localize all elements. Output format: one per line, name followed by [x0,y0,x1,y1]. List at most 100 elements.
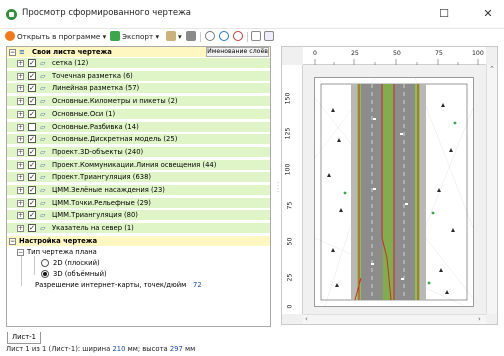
expand-icon[interactable]: + [17,60,24,67]
layer-checkbox[interactable]: ✓ [28,160,36,169]
radio-2d[interactable] [41,259,49,267]
settings-header-label: Настройка чертежа [19,237,98,245]
layer-checkbox[interactable]: ✓ [28,71,36,80]
layer-checkbox[interactable]: ✓ [28,84,36,93]
layer-checkbox[interactable]: ✓ [28,97,36,106]
layer-row[interactable]: + ▱ Основные.Разбивка (14) [7,121,270,132]
collapse-icon[interactable]: − [17,249,24,256]
layer-row[interactable]: + ✓ ▱ Точечная разметка (6) [7,70,270,81]
radio-3d[interactable] [41,270,49,278]
expand-icon[interactable]: + [17,148,24,156]
chevron-down-icon: ▾ [178,32,182,41]
expand-icon[interactable]: + [17,212,24,220]
layer-checkbox[interactable]: ✓ [28,186,36,194]
layer-checkbox[interactable] [28,122,36,131]
layer-icon: ▱ [40,173,46,182]
expand-icon[interactable]: + [17,98,24,106]
hand-icon [205,31,215,41]
close-button[interactable]: ✕ [478,5,498,23]
expand-icon[interactable]: + [17,199,24,207]
layer-icon: ▱ [40,122,46,131]
ruler-tick-label: 150 [284,92,292,105]
open-in-program-button[interactable]: Открыть в программе ▾ [5,31,106,43]
expand-icon[interactable]: + [17,85,24,93]
layer-checkbox[interactable]: ✓ [28,135,36,144]
maximize-button[interactable]: ☐ [434,5,454,23]
layer-row[interactable]: + ✓ ▱ Основные.Километры и пикеты (2) [7,96,270,107]
scroll-right-icon[interactable]: › [478,315,481,323]
print-icon [186,31,196,41]
expand-icon[interactable]: + [17,136,24,144]
zoom-in-button[interactable] [219,31,231,43]
layer-label: ЦММ.Зелёные насаждения (23) [52,186,165,194]
layer-row[interactable]: + ✓ ▱ Основные.Дискретная модель (25) [7,134,270,145]
layer-row[interactable]: + ✓ ▱ Проект.Коммуникации.Линия освещения (… [7,159,270,170]
page-settings-icon [264,31,274,41]
layer-label: Линейная разметка (57) [52,84,140,93]
layer-row[interactable]: + ✓ ▱ Проект.3D-объекты (240) [7,146,270,157]
status-bar: Лист 1 из 1 (Лист-1): ширина 210 мм; выс… [6,345,195,353]
naming-layers-button[interactable]: Именование слоёв [206,47,269,57]
vertical-scrollbar[interactable]: ⌃ [486,65,497,314]
layer-checkbox[interactable]: ✓ [28,147,36,156]
page-settings-button[interactable] [264,31,276,43]
collapse-icon[interactable]: − [9,49,16,56]
toolbar-separator [247,32,248,42]
expand-icon[interactable]: + [17,110,24,118]
drawing-sheet[interactable] [314,77,474,307]
scroll-left-icon[interactable]: ‹ [305,315,308,323]
layer-row[interactable]: + ✓ ▱ ЦММ.Зелёные насаждения (23) [7,185,270,195]
page-button[interactable] [251,31,263,43]
ruler-tick-label: 100 [284,163,292,176]
expand-icon[interactable]: + [17,187,24,194]
open-in-program-label: Открыть в программе [17,32,101,41]
resolution-value[interactable]: 72 [193,280,202,290]
splitter-handle[interactable]: · · · · [277,181,280,196]
scroll-up-icon[interactable]: ⌃ [489,65,495,73]
collapse-icon[interactable]: − [9,238,16,245]
layer-checkbox[interactable]: ✓ [28,173,36,182]
layer-row[interactable]: + ✓ ▱ Указатель на север (1) [7,223,270,234]
horizontal-scrollbar[interactable]: ‹ › [303,314,486,324]
layer-row[interactable]: + ✓ ▱ ЦММ.Триангуляция (80) [7,210,270,221]
layer-icon: ▱ [40,97,46,106]
resolution-row[interactable]: Разрешение интернет-карты, точек/дюйм 72 [7,280,270,290]
plan-type-row[interactable]: − Тип чертежа плана [7,247,270,257]
option-3d-row[interactable]: 3D (объёмный) [7,269,270,279]
window-title: Просмотр сформированного чертежа [22,8,191,18]
layer-icon: ▱ [40,160,46,169]
print-button[interactable] [186,31,198,43]
layer-label: Проект.Триангуляция (638) [52,173,152,182]
layer-checkbox[interactable]: ✓ [28,211,36,220]
expand-icon[interactable]: + [17,123,24,131]
layer-checkbox[interactable]: ✓ [28,59,36,67]
layer-row[interactable]: + ✓ ▱ Проект.Триангуляция (638) [7,172,270,183]
layer-icon: ▱ [40,186,46,194]
layer-checkbox[interactable]: ✓ [28,224,36,233]
layer-row[interactable]: + ✓ ▱ сетка (12) [7,58,270,68]
expand-icon[interactable]: + [17,174,24,182]
pan-button[interactable] [205,31,217,43]
layer-row[interactable]: + ✓ ▱ Линейная разметка (57) [7,83,270,94]
paint-button[interactable]: ▾ [166,31,182,43]
road-plan-drawing [314,77,474,307]
ruler-tick-label: 25 [286,273,294,282]
tree-root-row[interactable]: − ≡ Свои листа чертежа Именование слоёв [7,47,270,57]
chevron-down-icon: ▾ [100,32,107,41]
option-2d-row[interactable]: 2D (плоский) [7,258,270,268]
export-button[interactable]: Экспорт ▾ [110,31,159,43]
layer-row[interactable]: + ✓ ▱ Основные.Оси (1) [7,108,270,119]
sheet-tab[interactable]: Лист-1 [7,332,42,344]
expand-icon[interactable]: + [17,225,24,233]
layer-row[interactable]: + ✓ ▱ ЦММ.Точки.Рельефные (29) [7,197,270,208]
layer-icon: ▱ [40,71,46,80]
zoom-out-button[interactable] [233,31,245,43]
toolbar-separator [200,32,201,42]
expand-icon[interactable]: + [17,161,24,169]
settings-header-row[interactable]: − Настройка чертежа [7,236,270,246]
layer-checkbox[interactable]: ✓ [28,109,36,118]
toolbar: Открыть в программе ▾ Экспорт ▾ ▾ [0,29,504,45]
ruler-tick-label: 125 [284,127,292,140]
layer-checkbox[interactable]: ✓ [28,198,36,207]
expand-icon[interactable]: + [17,72,24,80]
